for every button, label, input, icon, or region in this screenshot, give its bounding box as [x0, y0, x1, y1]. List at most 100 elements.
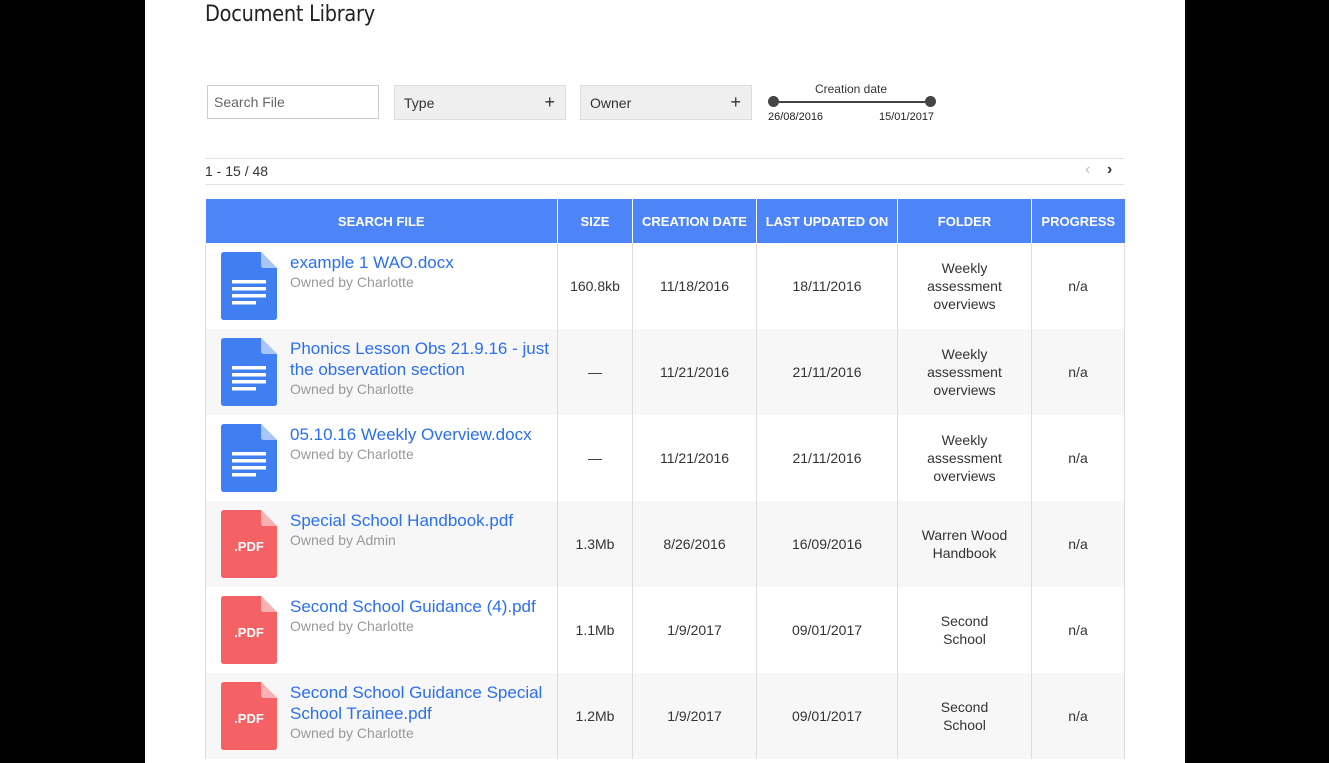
last-updated-cell: 21/11/2016 [756, 415, 898, 501]
column-header-last-updated[interactable]: LAST UPDATED ON [756, 199, 898, 243]
progress-cell: n/a [1031, 243, 1125, 329]
folder-name: Second School [940, 613, 989, 647]
file-name-link[interactable]: Special School Handbook.pdf [290, 510, 551, 531]
pagination-count: 1 - 15 / 48 [205, 163, 269, 179]
file-owner: Owned by Charlotte [290, 274, 414, 290]
table-row[interactable]: Phonics Lesson Obs 21.9.16 - just the ob… [205, 329, 1125, 415]
folder-name: Weekly assessment overviews [927, 432, 1002, 484]
progress-cell: n/a [1031, 415, 1125, 501]
creation-date-cell: 8/26/2016 [632, 501, 757, 587]
file-owner: Owned by Charlotte [290, 725, 414, 741]
type-filter-label: Type [404, 94, 435, 111]
last-updated-cell: 09/01/2017 [756, 587, 898, 673]
column-header-progress[interactable]: PROGRESS [1031, 199, 1125, 243]
file-cell: Phonics Lesson Obs 21.9.16 - just the ob… [205, 329, 558, 415]
file-info: example 1 WAO.docx Owned by Charlotte [290, 252, 551, 291]
table-row[interactable]: .PDF Second School Guidance Special Schoo… [205, 673, 1125, 759]
file-cell: .PDF Second School Guidance (4).pdf Owned … [205, 587, 558, 673]
file-cell: .PDF Second School Guidance Special Schoo… [205, 673, 558, 759]
last-updated-cell: 16/09/2016 [756, 501, 898, 587]
file-info: Special School Handbook.pdf Owned by Admi… [290, 510, 551, 549]
date-range-track[interactable] [773, 101, 931, 103]
creation-date-cell: 11/18/2016 [632, 243, 757, 329]
file-owner: Owned by Admin [290, 532, 396, 548]
creation-date-cell: 1/9/2017 [632, 587, 757, 673]
folder-name: Second School [940, 699, 989, 733]
google-doc-icon [221, 424, 277, 492]
date-range-start-value: 26/08/2016 [768, 111, 824, 123]
last-updated-cell: 18/11/2016 [756, 243, 898, 329]
progress-cell: n/a [1031, 329, 1125, 415]
table-row[interactable]: 05.10.16 Weekly Overview.docx Owned by Ch… [205, 415, 1125, 501]
date-range-end-handle[interactable] [925, 96, 936, 107]
google-doc-icon [221, 252, 277, 320]
google-doc-icon [221, 338, 277, 406]
file-cell: example 1 WAO.docx Owned by Charlotte [205, 243, 558, 329]
owner-filter-button[interactable]: Owner + [580, 85, 752, 120]
file-info: 05.10.16 Weekly Overview.docx Owned by Ch… [290, 424, 551, 463]
divider [205, 184, 1124, 185]
size-cell: 1.1Mb [557, 587, 633, 673]
file-info: Second School Guidance Special School Tr… [290, 682, 551, 742]
folder-cell: Weekly assessment overviews [897, 243, 1032, 329]
column-header-size[interactable]: SIZE [557, 199, 633, 243]
size-cell: 1.2Mb [557, 673, 633, 759]
divider [205, 158, 1124, 159]
type-filter-button[interactable]: Type + [394, 85, 566, 120]
table-row[interactable]: .PDF Special School Handbook.pdf Owned by … [205, 501, 1125, 587]
file-info: Second School Guidance (4).pdf Owned by C… [290, 596, 551, 635]
file-name-link[interactable]: Second School Guidance (4).pdf [290, 596, 551, 617]
table-row[interactable]: example 1 WAO.docx Owned by Charlotte 160.… [205, 243, 1125, 329]
column-header-search-file[interactable]: SEARCH FILE [205, 199, 558, 243]
creation-date-cell: 1/9/2017 [632, 673, 757, 759]
owner-filter-label: Owner [590, 94, 632, 111]
file-info: Phonics Lesson Obs 21.9.16 - just the ob… [290, 338, 551, 398]
folder-cell: Second School [897, 673, 1032, 759]
size-cell: 1.3Mb [557, 501, 633, 587]
last-updated-cell: 21/11/2016 [756, 329, 898, 415]
pdf-file-icon: .PDF [221, 596, 277, 664]
folder-cell: Second School [897, 587, 1032, 673]
size-cell: 160.8kb [557, 243, 633, 329]
pdf-file-icon: .PDF [221, 510, 277, 578]
document-table: SEARCH FILE SIZE CREATION DATE LAST UPDA… [205, 199, 1125, 759]
column-header-creation-date[interactable]: CREATION DATE [632, 199, 757, 243]
plus-icon: + [544, 92, 555, 112]
creation-date-cell: 11/21/2016 [632, 415, 757, 501]
table-row[interactable]: .PDF Second School Guidance (4).pdf Owned … [205, 587, 1125, 673]
page-title: Document Library [205, 2, 375, 27]
folder-name: Weekly assessment overviews [927, 346, 1002, 398]
file-name-link[interactable]: Second School Guidance Special School Tr… [290, 682, 551, 724]
folder-name: Weekly assessment overviews [927, 260, 1002, 312]
file-cell: .PDF Special School Handbook.pdf Owned by … [205, 501, 558, 587]
file-cell: 05.10.16 Weekly Overview.docx Owned by Ch… [205, 415, 558, 501]
last-updated-cell: 09/01/2017 [756, 673, 898, 759]
plus-icon: + [730, 92, 741, 112]
next-page-chevron-icon[interactable]: › [1107, 161, 1112, 179]
creation-date-cell: 11/21/2016 [632, 329, 757, 415]
file-owner: Owned by Charlotte [290, 446, 414, 462]
progress-cell: n/a [1031, 673, 1125, 759]
previous-page-chevron-icon[interactable]: ‹ [1085, 161, 1090, 179]
table-header-row: SEARCH FILE SIZE CREATION DATE LAST UPDA… [205, 199, 1125, 243]
progress-cell: n/a [1031, 501, 1125, 587]
date-range-start-handle[interactable] [768, 96, 779, 107]
folder-cell: Weekly assessment overviews [897, 415, 1032, 501]
file-name-link[interactable]: Phonics Lesson Obs 21.9.16 - just the ob… [290, 338, 551, 380]
file-owner: Owned by Charlotte [290, 381, 414, 397]
svg-text:.PDF: .PDF [234, 711, 264, 726]
pdf-file-icon: .PDF [221, 682, 277, 750]
file-name-link[interactable]: example 1 WAO.docx [290, 252, 551, 273]
size-cell: — [557, 415, 633, 501]
creation-date-label: Creation date [814, 82, 888, 96]
column-header-folder[interactable]: FOLDER [897, 199, 1032, 243]
search-file-input[interactable] [207, 85, 379, 119]
folder-cell: Warren Wood Handbook [897, 501, 1032, 587]
folder-cell: Weekly assessment overviews [897, 329, 1032, 415]
file-owner: Owned by Charlotte [290, 618, 414, 634]
file-name-link[interactable]: 05.10.16 Weekly Overview.docx [290, 424, 551, 445]
document-library-page: Document Library Type + Owner + Creation… [145, 0, 1185, 763]
date-range-end-value: 15/01/2017 [879, 111, 935, 123]
svg-text:.PDF: .PDF [234, 625, 264, 640]
progress-cell: n/a [1031, 587, 1125, 673]
